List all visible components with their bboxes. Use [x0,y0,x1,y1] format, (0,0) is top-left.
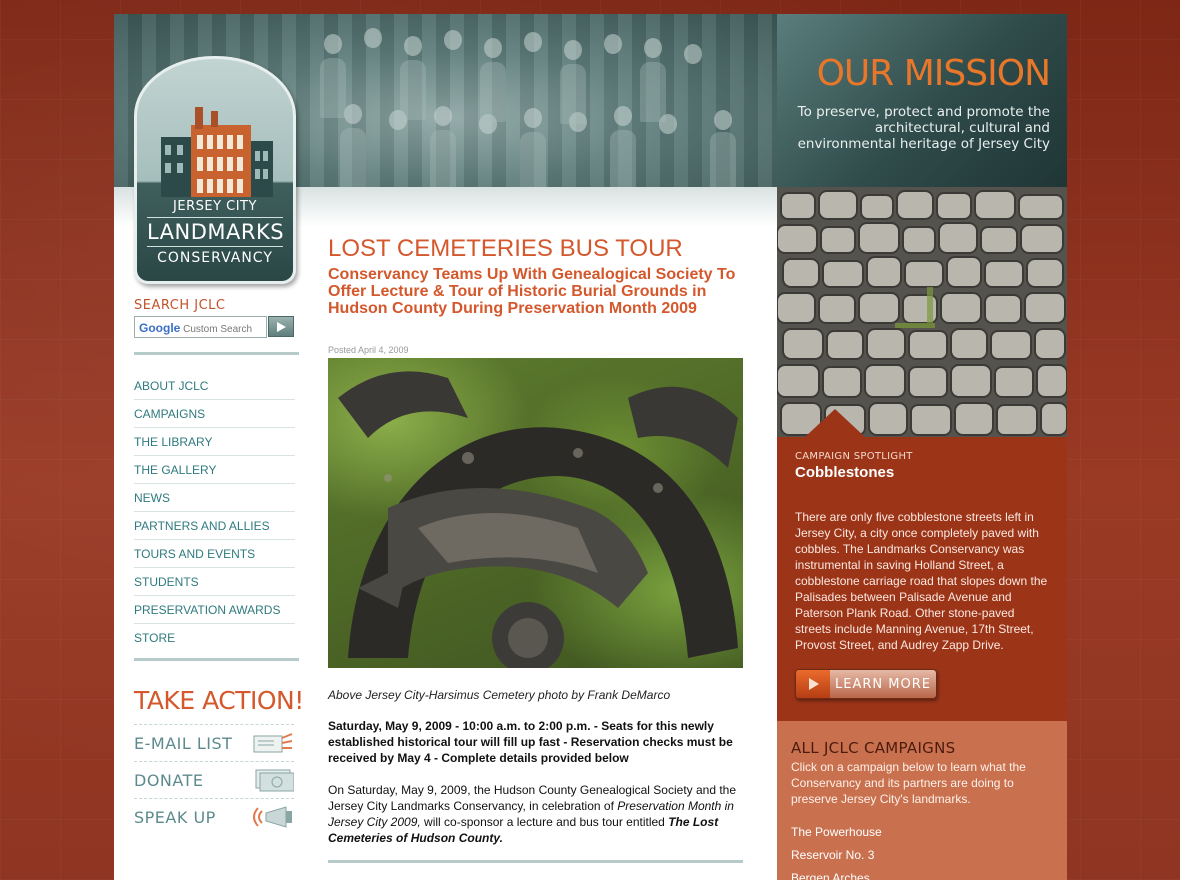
photo-caption: Above Jersey City-Harsimus Cemetery phot… [328,688,671,702]
article-subtitle: Conservancy Teams Up With Genealogical S… [328,266,736,317]
cemetery-ironwork-image [338,371,738,668]
campaigns-text: Click on a campaign below to learn what … [791,760,1026,806]
divider [134,352,299,355]
search-button[interactable] [268,316,294,337]
search-input[interactable]: Google Custom Search [134,316,267,338]
campaigns-list: The Powerhouse Reservoir No. 3 Bergen Ar… [791,825,1053,880]
cobblestones-image [777,187,1067,437]
play-arrow-icon [809,678,819,690]
logo-line-landmarks: LANDMARKS [147,217,284,247]
divider [134,658,299,661]
page-container: OUR MISSION To preserve, protect and pro… [114,14,1067,880]
campaigns-title: ALL JCLC CAMPAIGNS [791,739,956,757]
donate-label: DONATE [134,770,204,790]
learn-more-label: LEARN MORE [835,676,931,692]
campaign-link-powerhouse[interactable]: The Powerhouse [791,825,1053,848]
campaign-link-reservoir[interactable]: Reservoir No. 3 [791,848,1053,871]
envelope-icon [253,733,293,753]
article: LOST CEMETERIES BUS TOUR Conservancy Tea… [328,236,743,846]
article-paragraph: On Saturday, May 9, 2009, the Hudson Cou… [328,782,743,846]
nav-item-campaigns[interactable]: CAMPAIGNS [134,400,295,428]
right-column: CAMPAIGN SPOTLIGHT Cobblestones There ar… [777,187,1067,880]
nav-item-news[interactable]: NEWS [134,484,295,512]
campaign-link-bergen-arches[interactable]: Bergen Arches [791,871,1053,880]
take-action-heading: TAKE ACTION! [134,686,304,715]
cemetery-photo [328,358,743,668]
donate-link[interactable]: DONATE [134,761,294,798]
email-list-label: E-MAIL LIST [134,733,233,753]
play-arrow-icon [277,321,286,332]
mission-text: To preserve, protect and promote the arc… [797,104,1050,152]
spotlight-title[interactable]: Cobblestones [795,464,1049,481]
play-icon-box [796,670,830,698]
spotlight-label: CAMPAIGN SPOTLIGHT [795,451,913,462]
campaign-spotlight: CAMPAIGN SPOTLIGHT Cobblestones There ar… [777,437,1067,721]
jclc-logo[interactable]: JERSEY CITY LANDMARKS CONSERVANCY [134,56,296,284]
mission-title: OUR MISSION [816,53,1051,94]
cobblestone-photo [777,187,1067,437]
google-brand: Google [139,321,181,335]
nav-item-store[interactable]: STORE [134,624,295,652]
all-campaigns: ALL JCLC CAMPAIGNS Click on a campaign b… [777,721,1067,880]
spotlight-text: There are only five cobblestone streets … [795,510,1048,652]
logo-line-conservancy: CONSERVANCY [157,250,273,266]
megaphone-icon [253,806,292,828]
divider [328,860,743,863]
nav-item-library[interactable]: THE LIBRARY [134,428,295,456]
email-list-link[interactable]: E-MAIL LIST [134,724,294,761]
nav-item-students[interactable]: STUDENTS [134,568,295,596]
search-placeholder: Custom Search [183,324,253,335]
paragraph-text-2: will co-sponsor a lecture and bus tour e… [420,815,669,829]
learn-more-button[interactable]: LEARN MORE [795,669,937,699]
landmark-building-icon [161,107,273,197]
event-summary: Saturday, May 9, 2009 - 10:00 a.m. to 2:… [328,719,733,765]
spotlight-notch [805,409,865,437]
nav-item-gallery[interactable]: THE GALLERY [134,456,295,484]
nav-item-about[interactable]: ABOUT JCLC [134,372,295,400]
mission-panel: OUR MISSION To preserve, protect and pro… [777,14,1067,187]
logo-line-jersey-city: JERSEY CITY [173,199,257,214]
speak-up-label: SPEAK UP [134,807,216,827]
posted-date: Posted April 4, 2009 [328,345,409,355]
article-title: LOST CEMETERIES BUS TOUR [328,235,683,262]
nav-item-awards[interactable]: PRESERVATION AWARDS [134,596,295,624]
nav-item-partners[interactable]: PARTNERS AND ALLIES [134,512,295,540]
speak-up-link[interactable]: SPEAK UP [134,798,294,835]
nav-item-tours[interactable]: TOURS AND EVENTS [134,540,295,568]
main-nav: ABOUT JCLC CAMPAIGNS THE LIBRARY THE GAL… [134,372,295,652]
search-label: SEARCH JCLC [134,298,226,313]
money-icon [255,769,294,792]
logo-wordmark: JERSEY CITY LANDMARKS CONSERVANCY [137,199,293,266]
